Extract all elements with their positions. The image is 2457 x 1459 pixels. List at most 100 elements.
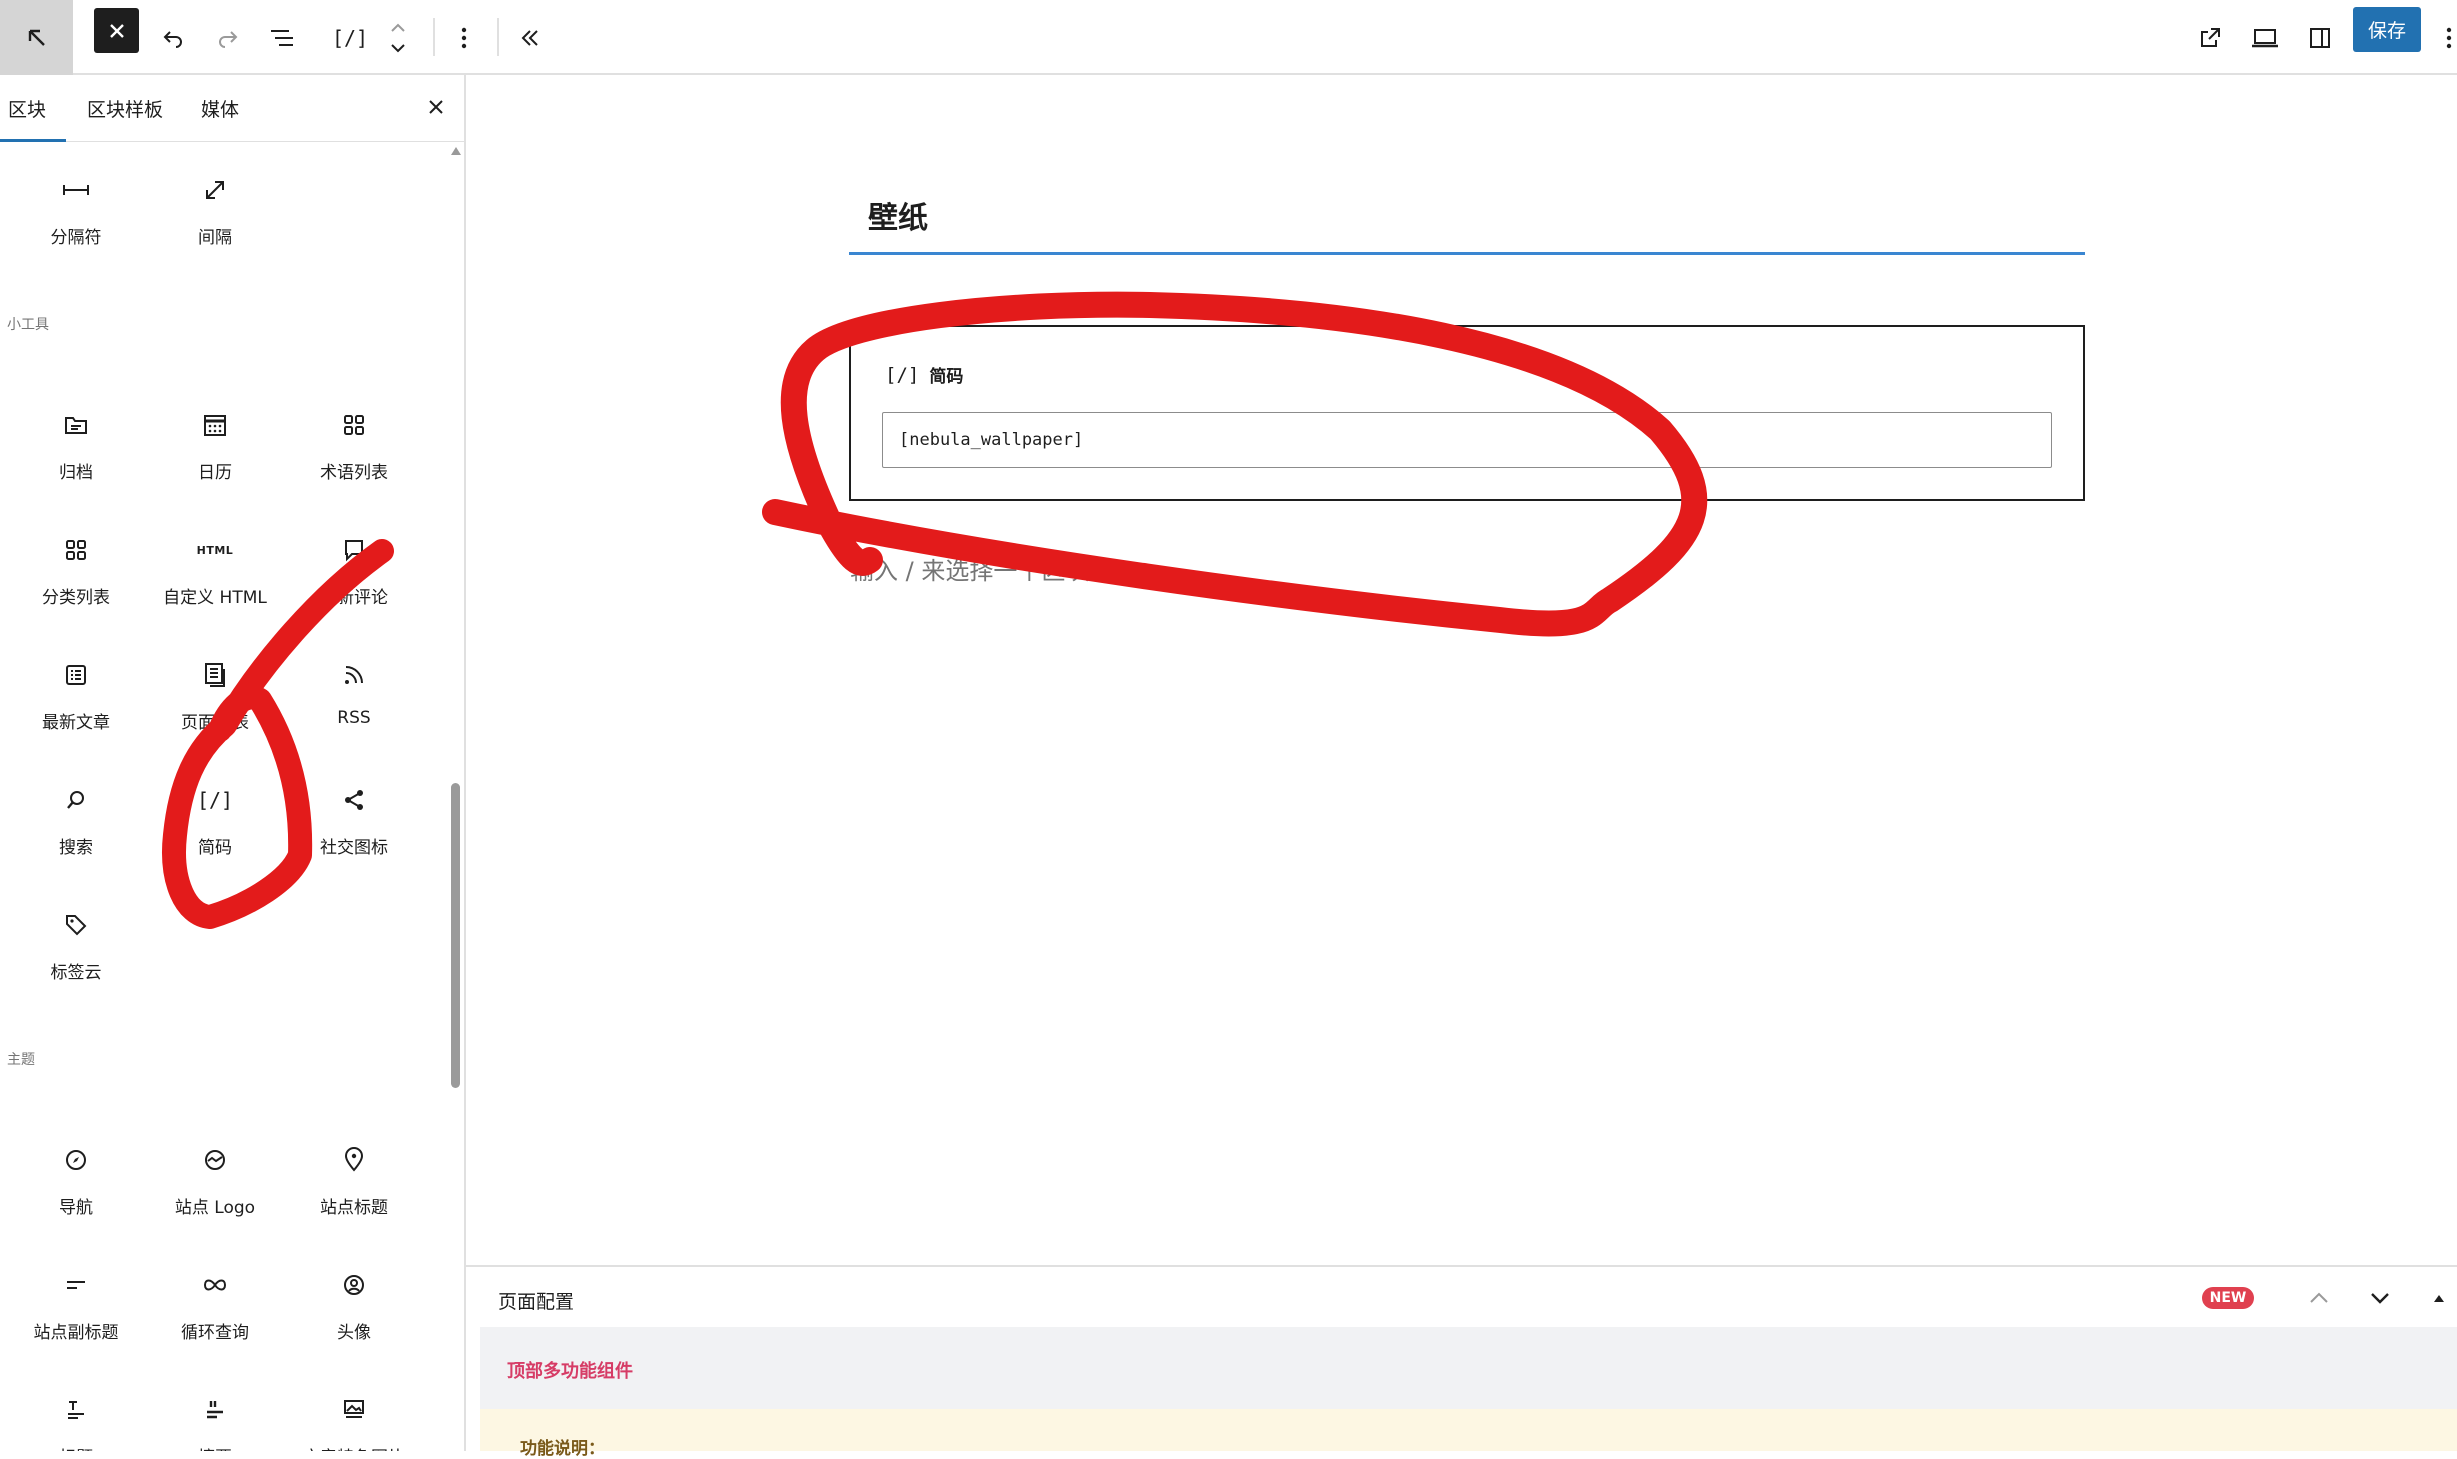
undo-icon <box>163 30 182 48</box>
block-item-spacer[interactable]: 间隔 <box>150 165 280 275</box>
block-label: 文章特色图片 <box>289 1443 419 1451</box>
archive-icon <box>11 400 141 450</box>
block-item-avatar[interactable]: 头像 <box>289 1260 419 1370</box>
sidebar-scrollbar[interactable] <box>451 783 460 1088</box>
title-icon <box>11 1385 141 1435</box>
block-appender-placeholder[interactable]: 输入 / 来选择一个区块 <box>850 551 1089 586</box>
new-badge: NEW <box>2202 1287 2254 1309</box>
sidebar-icon <box>2310 27 2330 48</box>
tab-media[interactable]: 媒体 <box>201 75 239 141</box>
editor-toolbar: [/] 保存 <box>0 0 2457 75</box>
undo-button[interactable] <box>153 0 193 75</box>
block-item-terms-list[interactable]: 术语列表 <box>289 400 419 510</box>
subtitle-icon <box>11 1260 141 1310</box>
image-icon <box>289 1385 419 1435</box>
block-item-featured-image[interactable]: 文章特色图片 <box>289 1385 419 1451</box>
block-item-calendar[interactable]: 日历 <box>150 400 280 510</box>
share-icon <box>289 775 419 825</box>
block-item-shortcode[interactable]: [/] 简码 <box>150 775 280 885</box>
block-item-archives[interactable]: 归档 <box>11 400 141 510</box>
block-item-site-title[interactable]: 站点标题 <box>289 1135 419 1245</box>
block-item-tag-cloud[interactable]: 标签云 <box>11 900 141 1010</box>
block-item-site-logo[interactable]: 站点 Logo <box>150 1135 280 1245</box>
compass-icon <box>11 1135 141 1185</box>
block-item-query-loop[interactable]: 循环查询 <box>150 1260 280 1370</box>
more-vertical-icon <box>461 27 467 48</box>
collapse-toolbar-button[interactable] <box>510 0 550 75</box>
save-button[interactable]: 保存 <box>2353 7 2421 52</box>
block-options-button[interactable] <box>446 0 482 75</box>
block-item-navigation[interactable]: 导航 <box>11 1135 141 1245</box>
shortcode-input[interactable] <box>882 412 2052 468</box>
scroll-up-arrow[interactable] <box>451 147 461 155</box>
close-inserter-button[interactable] <box>94 8 139 53</box>
options-button[interactable] <box>2440 0 2457 75</box>
block-item-latest-posts[interactable]: 最新文章 <box>11 650 141 760</box>
list-view-icon <box>271 29 293 46</box>
comment-icon <box>289 525 419 575</box>
back-to-dashboard-button[interactable] <box>0 0 73 75</box>
block-label: 搜索 <box>59 838 93 858</box>
block-label: 页面列表 <box>181 713 249 733</box>
chevron-up-down-icon <box>391 23 405 52</box>
block-label: 分类列表 <box>42 588 110 608</box>
tab-patterns[interactable]: 区块样板 <box>87 75 163 141</box>
block-item-site-tagline[interactable]: 站点副标题 <box>11 1260 141 1370</box>
redo-icon <box>219 30 238 48</box>
toggle-panel-button[interactable] <box>2420 1278 2457 1318</box>
move-block-controls[interactable] <box>380 0 416 75</box>
block-item-post-title[interactable]: 标题 <box>11 1385 141 1451</box>
tab-blocks[interactable]: 区块 <box>0 75 67 142</box>
block-item-post-excerpt[interactable]: 摘要 <box>150 1385 280 1451</box>
rss-icon <box>289 650 419 700</box>
move-up-button[interactable] <box>2299 1278 2339 1318</box>
close-inserter-button[interactable] <box>418 89 454 125</box>
search-icon <box>11 775 141 825</box>
arrow-up-left-icon <box>28 29 45 46</box>
list-icon <box>11 650 141 700</box>
redo-button[interactable] <box>208 0 248 75</box>
preview-device-button[interactable] <box>2245 0 2285 75</box>
block-item-latest-comments[interactable]: 最新评论 <box>289 525 419 635</box>
top-widget-section[interactable] <box>480 1327 2457 1409</box>
shortcode-block-header: [/] 简码 <box>885 362 963 388</box>
section-title-theme: 主题 <box>7 1052 35 1068</box>
block-label: 社交图标 <box>320 838 388 858</box>
inserter-tabs: 区块 区块样板 媒体 <box>0 75 464 142</box>
pages-icon <box>150 650 280 700</box>
tag-icon <box>11 900 141 950</box>
close-icon <box>109 23 124 38</box>
page-config-title: 页面配置 <box>498 1291 575 1313</box>
more-vertical-icon <box>2446 27 2451 48</box>
desktop-icon <box>2252 28 2278 47</box>
block-label: 分隔符 <box>50 228 102 248</box>
block-label: 术语列表 <box>320 463 388 483</box>
map-pin-icon <box>289 1135 419 1185</box>
page-title[interactable]: 壁纸 <box>868 193 928 237</box>
block-type-button[interactable]: [/] <box>330 0 370 75</box>
block-item-page-list[interactable]: 页面列表 <box>150 650 280 760</box>
move-down-button[interactable] <box>2360 1278 2400 1318</box>
block-label: 导航 <box>59 1198 93 1218</box>
block-item-separator[interactable]: 分隔符 <box>11 165 141 275</box>
settings-sidebar-button[interactable] <box>2300 0 2340 75</box>
calendar-icon <box>150 400 280 450</box>
close-icon <box>429 100 443 114</box>
view-page-button[interactable] <box>2190 0 2230 75</box>
block-item-social-icons[interactable]: 社交图标 <box>289 775 419 885</box>
document-overview-button[interactable] <box>262 0 302 75</box>
block-item-custom-html[interactable]: HTML 自定义 HTML <box>150 525 280 635</box>
block-label: 站点标题 <box>320 1198 388 1218</box>
block-label: 头像 <box>337 1323 371 1343</box>
block-item-categories[interactable]: 分类列表 <box>11 525 141 635</box>
logo-icon <box>150 1135 280 1185</box>
block-label: 循环查询 <box>181 1323 249 1343</box>
shortcode-icon: [/] <box>885 363 920 386</box>
block-item-search[interactable]: 搜索 <box>11 775 141 885</box>
block-item-rss[interactable]: RSS <box>289 650 419 760</box>
chevron-down-icon <box>2371 1293 2389 1304</box>
block-label: 标题 <box>11 1443 141 1451</box>
block-label: 标签云 <box>50 963 102 983</box>
toolbar-divider <box>497 18 499 56</box>
chevron-double-left-icon <box>521 29 538 46</box>
